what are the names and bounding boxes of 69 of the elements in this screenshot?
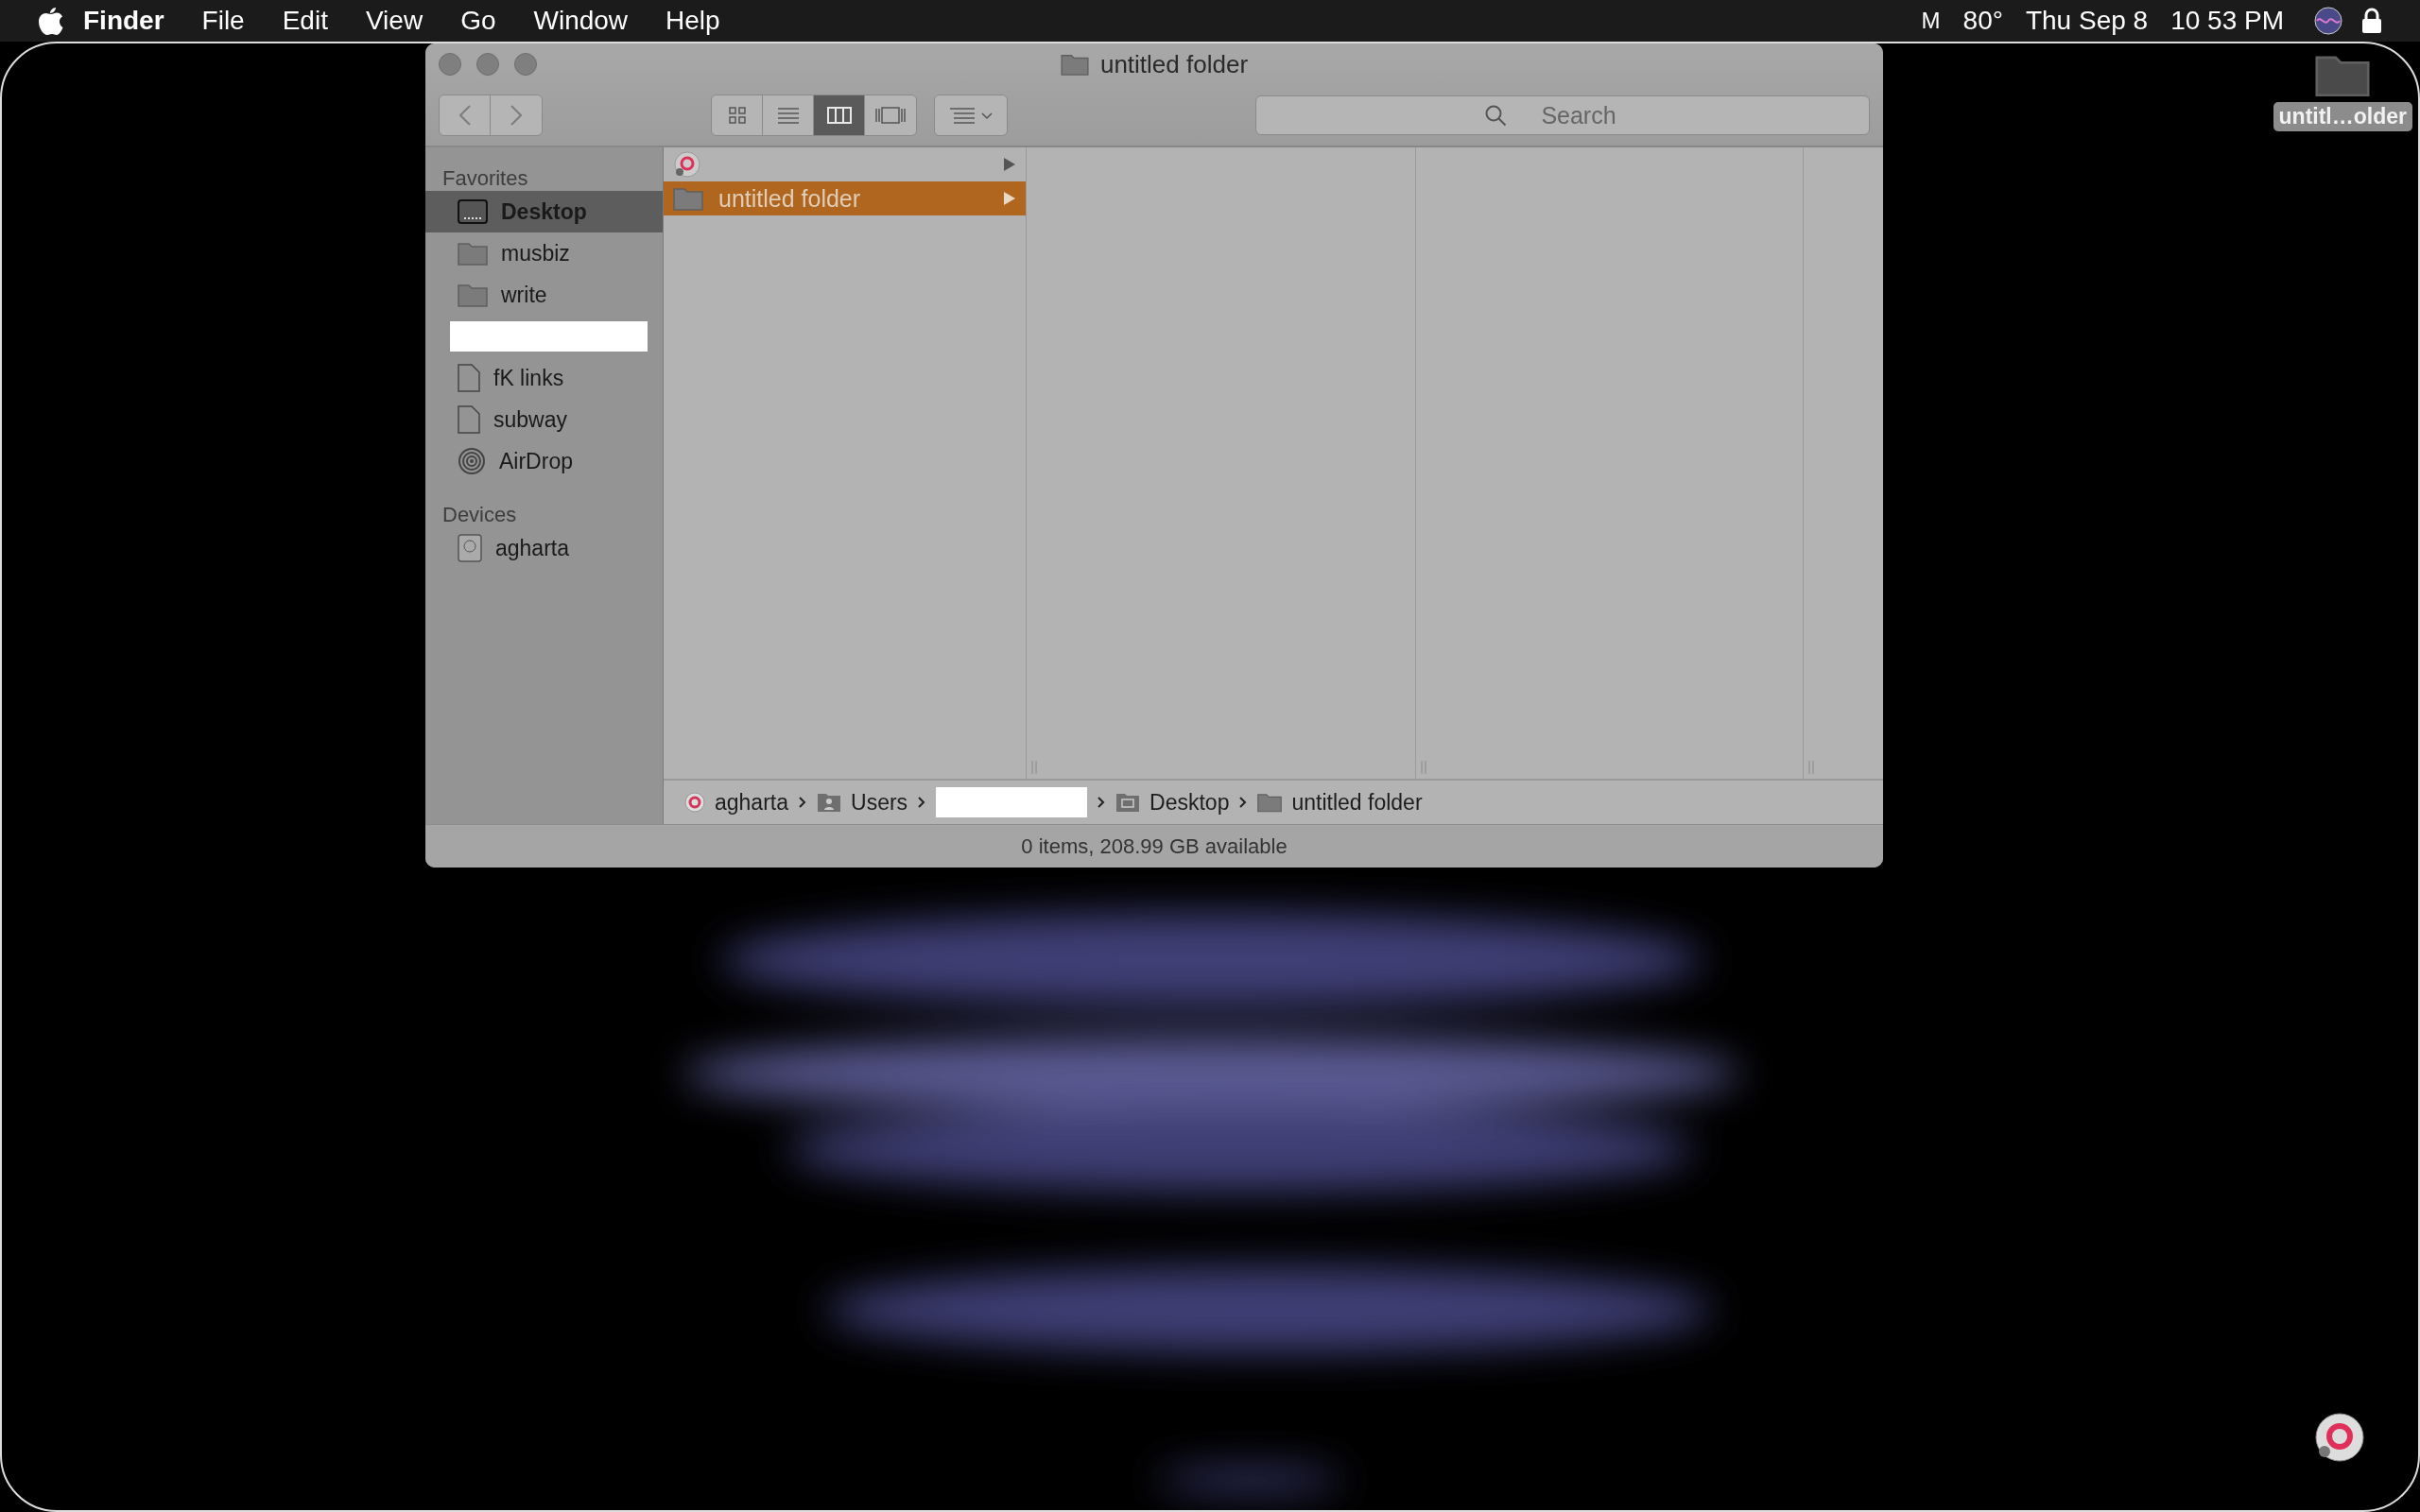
chevron-left-icon — [458, 105, 471, 126]
navigation-control[interactable] — [439, 94, 543, 136]
arrange-menu-icon — [948, 106, 994, 125]
desktop-folder-icon — [1115, 792, 1141, 813]
menu-item[interactable]: Edit — [263, 6, 347, 36]
disclosure-arrow-icon — [1003, 157, 1016, 172]
document-icon — [458, 364, 480, 392]
sidebar-item[interactable]: write — [425, 274, 663, 316]
path-item[interactable]: agharta — [715, 789, 788, 816]
folder-icon — [1060, 53, 1089, 76]
columns-icon — [826, 107, 852, 124]
grid-icon — [727, 106, 747, 125]
status-item[interactable]: M — [1910, 8, 1952, 34]
status-item[interactable]: Thu Sep 8 — [2014, 6, 2160, 36]
chevron-right-icon — [510, 105, 522, 126]
status-text: 0 items, 208.99 GB available — [1021, 833, 1288, 859]
desktop-icon — [458, 199, 488, 224]
view-mode-button[interactable] — [763, 95, 814, 135]
app-menu[interactable]: Finder — [64, 6, 183, 36]
sidebar-item[interactable]: fK links — [425, 357, 663, 399]
menu-item[interactable]: View — [346, 6, 442, 36]
view-mode-button[interactable] — [865, 95, 916, 135]
user-folder-icon — [817, 792, 841, 813]
status-item[interactable]: 80° — [1951, 6, 2014, 36]
path-item[interactable]: Users — [851, 789, 908, 816]
forward-button[interactable] — [491, 95, 542, 135]
path-separator-icon — [917, 796, 927, 809]
view-mode-button[interactable] — [712, 95, 763, 135]
sidebar-item[interactable]: musbiz — [425, 232, 663, 274]
ring-logo-icon[interactable] — [2314, 1412, 2365, 1463]
folder-icon — [458, 283, 488, 307]
lock-icon[interactable] — [2361, 8, 2382, 34]
path-separator-icon — [798, 796, 807, 809]
path-item[interactable]: Desktop — [1150, 789, 1230, 816]
close-button[interactable] — [439, 53, 461, 76]
view-mode-button[interactable] — [814, 95, 865, 135]
status-item[interactable]: 10 53 PM — [2159, 6, 2295, 36]
search-icon — [1484, 104, 1507, 127]
gallery-icon — [874, 107, 907, 124]
path-separator-icon — [1238, 796, 1249, 809]
ring-logo-icon — [684, 792, 705, 813]
sidebar-item[interactable]: agharta — [425, 527, 663, 569]
menu-item[interactable]: Window — [514, 6, 648, 36]
sidebar-item[interactable]: AirDrop — [425, 440, 663, 482]
ring-alias-icon — [673, 150, 701, 179]
search-field[interactable]: Search — [1255, 95, 1870, 135]
arrange-button[interactable] — [935, 95, 1007, 135]
zoom-button[interactable] — [514, 53, 537, 76]
sidebar-heading: Favorites — [441, 165, 529, 191]
airdrop-icon — [458, 447, 486, 475]
apple-logo-icon[interactable] — [38, 6, 64, 36]
window-title: untitled folder — [1099, 49, 1249, 79]
view-mode-control[interactable] — [711, 94, 917, 136]
menu-item[interactable]: Go — [441, 6, 515, 36]
folder-icon — [673, 186, 703, 211]
siri-icon[interactable] — [2314, 7, 2342, 35]
path-item[interactable]: untitled folder — [1291, 789, 1423, 816]
folder-icon — [1257, 792, 1283, 813]
minimize-button[interactable] — [476, 53, 499, 76]
disclosure-arrow-icon — [1003, 191, 1016, 206]
sidebar-item[interactable]: subway — [425, 399, 663, 440]
document-icon — [458, 405, 480, 434]
back-button[interactable] — [440, 95, 491, 135]
folder-icon — [458, 241, 488, 266]
path-separator-icon — [1097, 796, 1107, 809]
menu-item[interactable]: Help — [647, 6, 739, 36]
list-icon — [776, 107, 800, 124]
menu-item[interactable]: File — [182, 6, 264, 36]
sidebar-heading: Devices — [441, 502, 518, 527]
